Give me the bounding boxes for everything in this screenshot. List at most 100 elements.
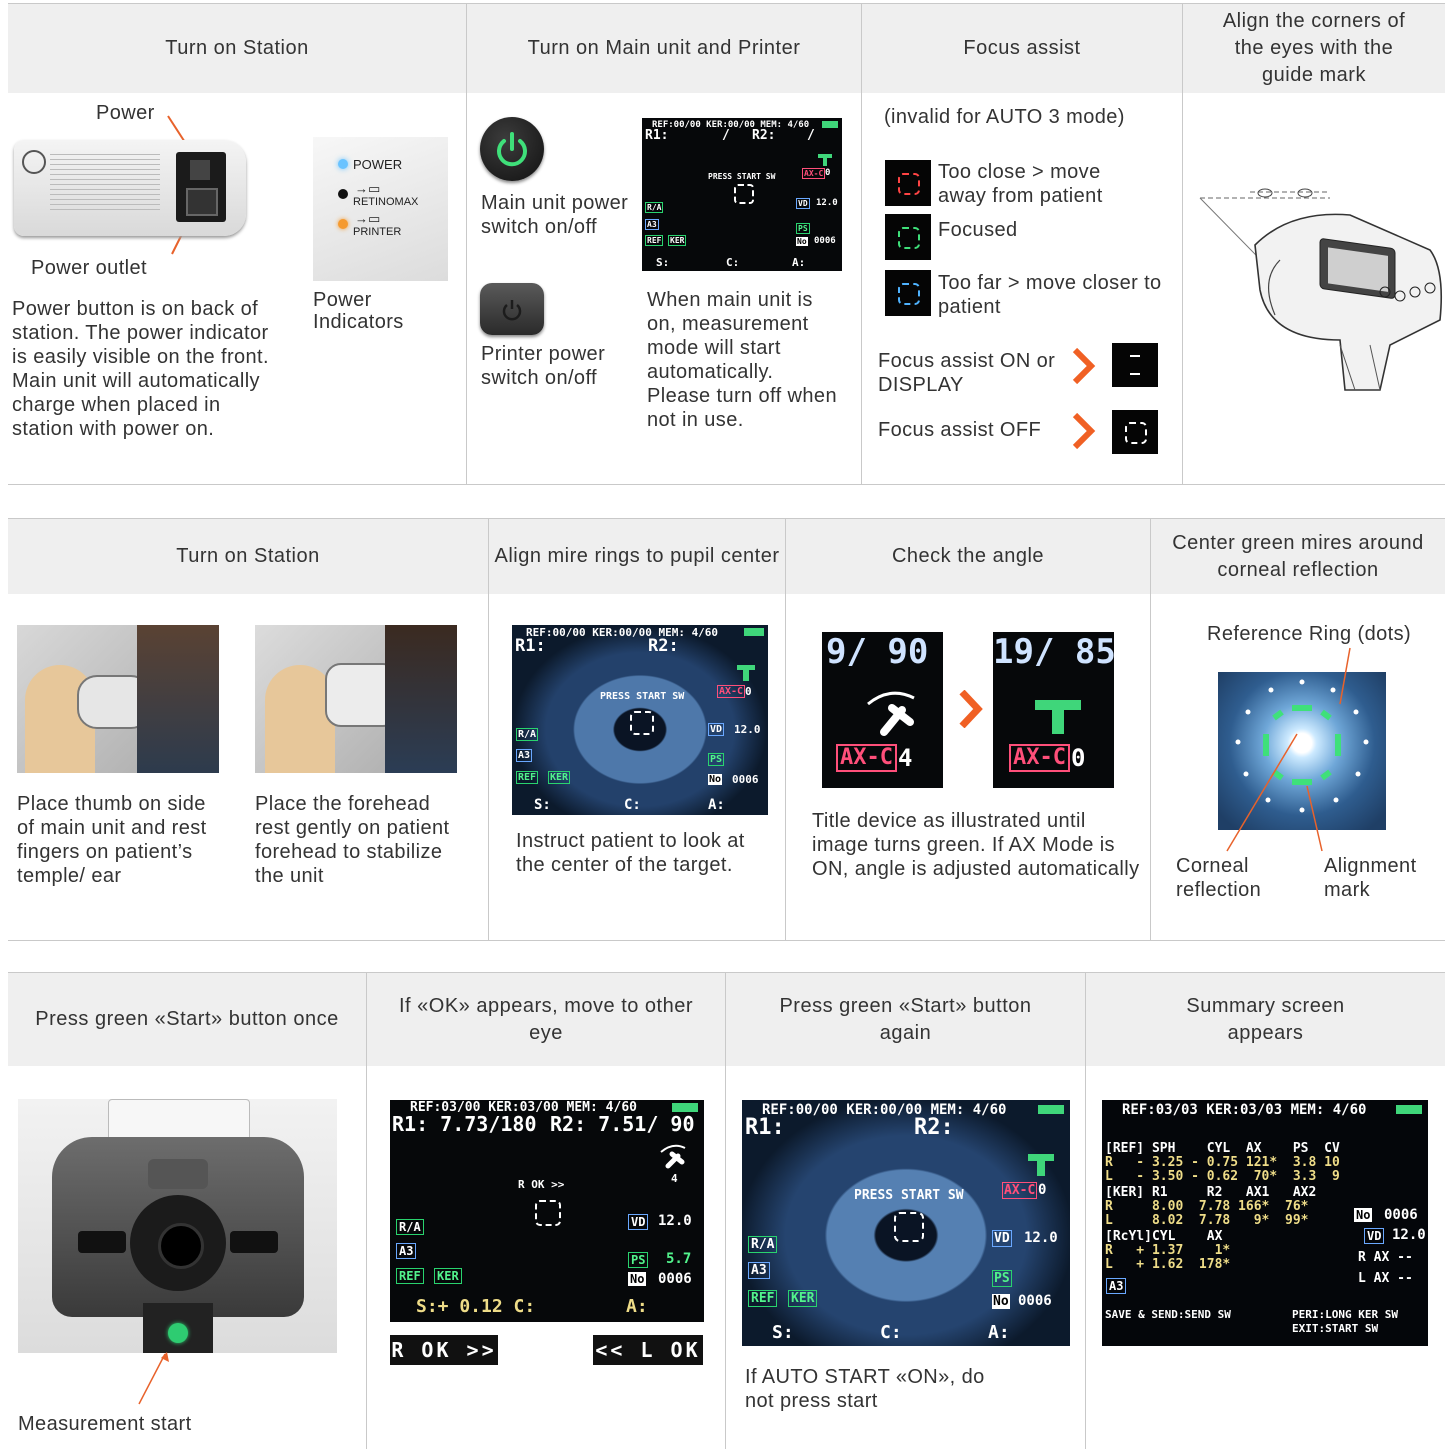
summary-ref-left: L - 3.50 - 0.62 70* 3.3 9 [1105,1169,1340,1184]
screen-c: C: [624,797,641,813]
screen-no-value: 0006 [1018,1293,1052,1309]
chevron-right-icon [1072,348,1096,384]
screen-r1: R1: [645,128,669,143]
screen-c: C: [880,1322,902,1343]
screen-a: A: [626,1296,648,1317]
screen-a3-box: A3 [516,749,533,762]
assist-off-reticle-icon [1112,410,1158,454]
header-press-start-again: Press green «Start» button again [726,973,1085,1066]
ok-result-screen: REF:03/00 KER:03/00 MEM: 4/60 R1: 7.73/1… [390,1100,704,1322]
screen-status-line: REF:00/00 KER:00/00 MEM: 4/60 [652,120,810,130]
screen-axc-value: 0 [745,685,752,698]
screen-s: S: [656,256,670,269]
screen-a: A: [988,1322,1010,1343]
arrow-icon: →▭ [355,211,381,226]
power-outlet-label: Power outlet [31,257,147,279]
focus-note: (invalid for AUTO 3 mode) [884,106,1125,128]
angle-after-axc-value: 0 [1071,744,1086,772]
screen-ref-box: REF [396,1268,424,1284]
screen-r1: R1: 7.73/180 [392,1112,537,1136]
battery-icon [1396,1105,1422,1114]
forehead-text: Place the forehead rest gently on patien… [255,793,450,887]
screen-s: S: [772,1322,794,1343]
screen-axc-box: AX-C [717,685,746,698]
screen-no-value: 0006 [732,773,759,786]
tilted-angle-icon [867,691,915,736]
summary-ref-header: [REF] SPH CYL AX PS CV [1105,1141,1340,1156]
battery-icon [822,121,838,128]
main-unit-screen: REF:00/00 KER:00/00 MEM: 4/60 R1: / R2: … [642,118,842,271]
focused-reticle-icon [885,214,931,260]
battery-icon [672,1103,698,1112]
printer-power-button[interactable] [480,283,544,335]
summary-ref-right: R - 3.25 - 0.75 121* 3.8 10 [1105,1155,1340,1170]
screen-status-line: REF:00/00 KER:00/00 MEM: 4/60 [526,626,719,639]
station-back-photo [14,140,246,236]
screen-r1: R1: [515,636,546,656]
indicator-panel-photo: POWER →▭ RETINOMAX →▭ PRINTER [313,137,448,281]
focus-target-icon [734,184,754,204]
angle-before-screen: 9/ 90 AX-C 4 [822,632,943,788]
divider [725,973,726,1449]
screen-r2: R2: 7.51/ 90 [550,1112,695,1136]
row1-bottom-border [8,484,1445,485]
screen-ps-box: PS [628,1252,649,1268]
screen-no-box: No [796,237,808,246]
angle-t-icon [1052,700,1064,734]
screen-vd-value: 12.0 [1024,1230,1058,1246]
too-far-text: Too far > move closer to patient [938,272,1162,318]
indicator-power-text: POWER [353,157,403,172]
summary-exit: EXIT:START SW [1292,1322,1379,1335]
header-focus-assist: Focus assist [862,4,1182,93]
summary-rcyl-right: R + 1.37 1* [1105,1243,1231,1258]
too-close-reticle-icon [885,160,931,206]
assist-on-text: Focus assist ON or DISPLAY [878,350,1056,396]
divider [785,519,786,940]
screen-s-value: S:+ 0.12 C: [416,1296,536,1317]
screen-no-box: No [992,1294,1010,1309]
summary-rcyl-header: [RcYl]CYL AX [1105,1229,1223,1244]
screen-ra-box: R/A [645,202,664,213]
corneal-reflection-label: Corneal reflection [1176,855,1262,901]
divider [366,973,367,1449]
screen-ker-box: KER [788,1290,818,1307]
screen-axc-value: 0 [825,168,831,178]
start-button-icon[interactable] [168,1323,188,1343]
screen-a3-box: A3 [396,1243,417,1259]
header-turn-on-station: Turn on Station [8,4,466,93]
instruct-text: Instruct patient to look at the center o… [516,830,745,876]
screen-press-start: PRESS START SW [600,691,685,702]
header-press-start-once: Press green «Start» button once [8,973,366,1066]
screen-axc-box: AX-C [802,168,826,179]
battery-icon [744,628,764,636]
reference-ring-label: Reference Ring (dots) [1207,623,1412,645]
divider [861,4,862,484]
angle-t-icon [1037,1154,1045,1176]
chevron-right-icon [959,690,983,728]
screen-ps-value: 5.7 [666,1251,692,1267]
divider [488,519,489,940]
screen-r1: R1: [745,1115,785,1140]
main-unit-power-button[interactable] [480,117,544,181]
angle-before-axc-box: AX-C [836,744,897,772]
header-check-angle: Check the angle [786,519,1150,594]
screen-vd-value: 12.0 [658,1213,692,1229]
focus-target-icon [630,711,654,735]
screen-ref-box: REF [516,771,539,784]
screen-vd-box: VD [708,723,725,736]
angle-before-axc-value: 4 [898,744,913,772]
screen-vd-box: VD [628,1214,649,1230]
summary-r-ax: R AX -- [1358,1250,1413,1265]
header-align-corners: Align the corners of the eyes with the g… [1183,4,1445,93]
screen-vd-box: VD [796,198,810,209]
summary-status-line: REF:03/03 KER:03/03 MEM: 4/60 [1122,1102,1367,1118]
angle-after-value: 19/ 85 [993,632,1114,672]
screen-r2: R2: [648,636,679,656]
screen-ref-box: REF [645,235,664,246]
measurement-start-label: Measurement start [18,1413,192,1435]
header-turn-on-main-unit: Turn on Main unit and Printer [467,4,861,93]
angle-after-axc-box: AX-C [1009,744,1070,772]
screen-a: A: [708,797,725,813]
divider [466,4,467,484]
printer-switch-label: Printer power switch on/off [481,343,606,389]
